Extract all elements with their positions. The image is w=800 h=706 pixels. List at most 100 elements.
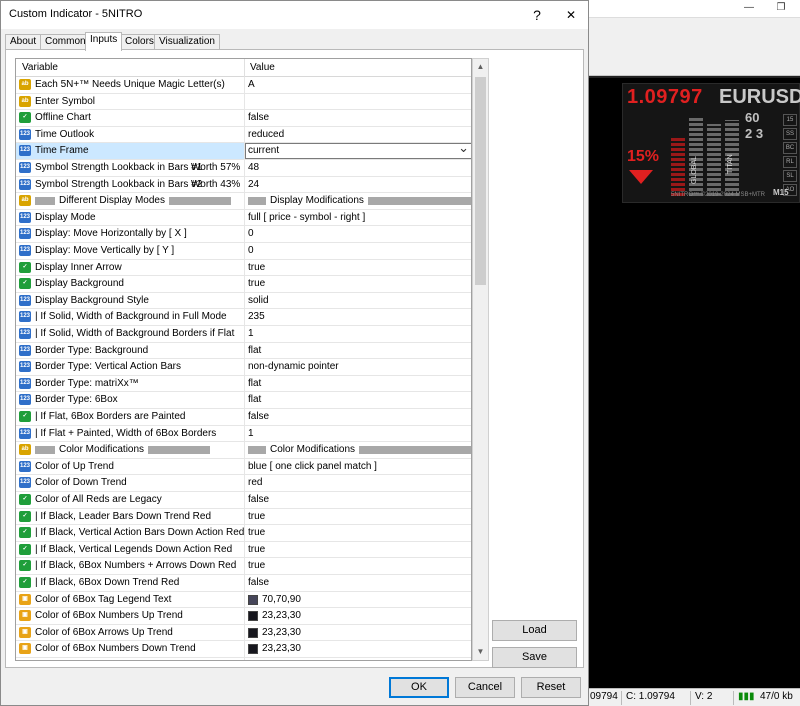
- value-cell[interactable]: true: [248, 511, 265, 522]
- tab-about[interactable]: About: [5, 34, 42, 50]
- value-cell[interactable]: reduced: [248, 129, 284, 140]
- table-row[interactable]: 123 Time Outlook reduced: [16, 126, 471, 144]
- variable-cell[interactable]: ✓ | If Black, Leader Bars Down Trend Red: [16, 509, 244, 525]
- table-row[interactable]: 123 Display: Move Horizontally by [ X ] 0: [16, 226, 471, 243]
- value-cell[interactable]: 235: [248, 311, 265, 322]
- tab-inputs[interactable]: Inputs: [85, 32, 123, 51]
- table-row[interactable]: ✓ | If Black, Vertical Action Bars Down A…: [16, 525, 471, 542]
- value-cell[interactable]: 1: [248, 328, 254, 339]
- table-row[interactable]: 123 Time Frame current ⌄: [16, 140, 471, 160]
- variable-cell[interactable]: ▣ Color of 6Box Arrows Up Trend: [16, 625, 244, 641]
- value-cell[interactable]: true: [248, 527, 265, 538]
- table-row[interactable]: ▣ Color of 6Box Tag Legend Text 70,70,90: [16, 591, 471, 609]
- table-row[interactable]: 123 Border Type: matriXx™ flat: [16, 375, 471, 393]
- table-row[interactable]: ✓ Display Inner Arrow true: [16, 259, 471, 277]
- variable-cell[interactable]: 123 Time Outlook: [16, 127, 244, 143]
- color-swatch[interactable]: [248, 644, 258, 655]
- variable-cell[interactable]: ✓ Display Inner Arrow: [16, 260, 244, 276]
- value-cell[interactable]: true: [248, 560, 265, 571]
- value-cell[interactable]: 1: [248, 428, 254, 439]
- value-cell[interactable]: false: [248, 494, 269, 505]
- table-row[interactable]: 123 | If Solid, Width of Background Borde…: [16, 326, 471, 343]
- value-cell[interactable]: full [ price - symbol - right ]: [248, 212, 365, 223]
- value-cell[interactable]: false: [248, 411, 269, 422]
- variable-cell[interactable]: 123 Symbol Strength Lookback in Bars #1 Wo…: [16, 160, 244, 176]
- variable-cell[interactable]: ✓ | If Flat, 6Box Borders are Painted: [16, 409, 244, 425]
- variable-cell[interactable]: 123 Time Frame: [16, 143, 244, 160]
- table-row[interactable]: ✓ | If Black, Leader Bars Down Trend Red t…: [16, 508, 471, 526]
- cancel-button[interactable]: Cancel: [455, 677, 515, 698]
- table-row[interactable]: 123 Color of Down Trend red: [16, 475, 471, 492]
- table-row[interactable]: 123 | If Solid, Width of Background in Fu…: [16, 309, 471, 326]
- variable-cell[interactable]: ab Enter Symbol: [16, 94, 244, 110]
- chart-area[interactable]: 1.09797 EURUSD 15% GLOBAL TITAN 60 2 3 1…: [588, 76, 800, 688]
- value-cell[interactable]: true: [248, 262, 265, 273]
- variable-cell[interactable]: ✓ Offline Chart: [16, 110, 244, 126]
- table-row[interactable]: ✓ | If Black, 6Box Down Trend Red false: [16, 575, 471, 592]
- value-cell[interactable]: true: [248, 278, 265, 289]
- color-swatch[interactable]: [248, 611, 258, 622]
- table-row[interactable]: 123 Border Type: Background flat: [16, 342, 471, 360]
- dialog-titlebar[interactable]: Custom Indicator - 5NITRO ? ✕: [1, 1, 588, 29]
- table-row[interactable]: 123 | If Flat + Painted, Width of 6Box Bo…: [16, 425, 471, 443]
- table-row[interactable]: ✓ | If Black, 6Box Numbers + Arrows Down …: [16, 558, 471, 575]
- value-cell[interactable]: solid: [248, 295, 269, 306]
- value-cell[interactable]: false: [248, 112, 269, 123]
- table-row[interactable]: 123 Symbol Strength Lookback in Bars #2 Wo…: [16, 176, 471, 194]
- color-swatch[interactable]: [248, 594, 258, 605]
- inputs-grid[interactable]: Variable Value ab Each 5N+™ Needs Unique …: [15, 58, 472, 661]
- variable-cell[interactable]: 123 | If Solid, Width of Background in Fu…: [16, 309, 244, 325]
- value-cell[interactable]: 23,23,30: [262, 610, 301, 621]
- table-row[interactable]: ab Each 5N+™ Needs Unique Magic Letter(s)…: [16, 77, 471, 94]
- minimize-icon[interactable]: —: [738, 0, 760, 16]
- table-row[interactable]: ✓ Display Background true: [16, 276, 471, 293]
- variable-cell[interactable]: ✓ | If Black, 6Box Down Trend Red: [16, 575, 244, 591]
- load-button[interactable]: Load: [492, 620, 577, 641]
- reset-button[interactable]: Reset: [521, 677, 581, 698]
- variable-cell[interactable]: ▣ Color of 6Box Tag Legend Text: [16, 592, 244, 608]
- column-header-variable[interactable]: Variable: [22, 62, 58, 73]
- value-cell[interactable]: 23,23,30: [262, 660, 301, 661]
- value-cell[interactable]: 70,70,90: [262, 594, 301, 605]
- value-cell[interactable]: false: [248, 577, 269, 588]
- grid-scrollbar[interactable]: ▲ ▼: [472, 58, 489, 661]
- variable-cell[interactable]: 123 Display Background Style: [16, 293, 244, 309]
- table-row[interactable]: 123 Border Type: Vertical Action Bars non-…: [16, 359, 471, 376]
- variable-cell[interactable]: 123 Display Mode: [16, 210, 244, 226]
- variable-cell[interactable]: 123 Color of Up Trend: [16, 459, 244, 475]
- chevron-down-icon[interactable]: ⌄: [458, 140, 469, 156]
- variable-cell[interactable]: 123 Display: Move Horizontally by [ X ]: [16, 226, 244, 242]
- save-button[interactable]: Save: [492, 647, 577, 668]
- scroll-down-icon[interactable]: ▼: [473, 644, 488, 660]
- variable-cell[interactable]: 123 Border Type: matriXx™: [16, 376, 244, 392]
- column-header-value[interactable]: Value: [250, 62, 275, 73]
- variable-cell[interactable]: 123 Border Type: Background: [16, 343, 244, 359]
- variable-cell[interactable]: 123 Display: Move Vertically by [ Y ]: [16, 243, 244, 259]
- value-cell[interactable]: non-dynamic pointer: [248, 361, 339, 372]
- variable-cell[interactable]: 123 Color of Down Trend: [16, 475, 244, 491]
- value-cell[interactable]: flat: [248, 345, 261, 356]
- variable-cell[interactable]: ab Different Display Modes: [16, 193, 244, 209]
- color-swatch[interactable]: [248, 627, 258, 638]
- variable-cell[interactable]: ▣ Color of 6Box Numbers Down Trend: [16, 641, 244, 657]
- table-row[interactable]: ▣ Color of 6Box Arrows Up Trend 23,23,30: [16, 624, 471, 642]
- variable-cell[interactable]: ab Each 5N+™ Needs Unique Magic Letter(s): [16, 77, 244, 93]
- value-cell[interactable]: Color Modifications: [248, 444, 471, 455]
- table-row[interactable]: ab Color Modifications Color Modifications: [16, 442, 471, 459]
- table-row[interactable]: ▣ Color of 6Box Numbers Up Trend 23,23,30: [16, 608, 471, 625]
- value-cell[interactable]: 23,23,30: [262, 643, 301, 654]
- variable-cell[interactable]: ▣ Color of 6Box Arrows Down Trend: [16, 658, 244, 660]
- value-cell[interactable]: 48: [248, 162, 259, 173]
- table-row[interactable]: ▣ Color of 6Box Numbers Down Trend 23,23,3…: [16, 641, 471, 658]
- value-cell[interactable]: flat: [248, 394, 261, 405]
- variable-cell[interactable]: ▣ Color of 6Box Numbers Up Trend: [16, 608, 244, 624]
- value-cell[interactable]: A: [248, 79, 255, 90]
- value-cell[interactable]: red: [248, 477, 262, 488]
- table-row[interactable]: ▣ Color of 6Box Arrows Down Trend 23,23,30: [16, 658, 471, 661]
- table-row[interactable]: ab Enter Symbol: [16, 93, 471, 111]
- value-dropdown[interactable]: current ⌄: [245, 140, 471, 160]
- table-row[interactable]: 123 Display: Move Vertically by [ Y ] 0: [16, 243, 471, 260]
- table-row[interactable]: 123 Display Mode full [ price - symbol - r…: [16, 209, 471, 227]
- value-cell[interactable]: 0: [248, 228, 254, 239]
- tab-visualization[interactable]: Visualization: [154, 34, 220, 50]
